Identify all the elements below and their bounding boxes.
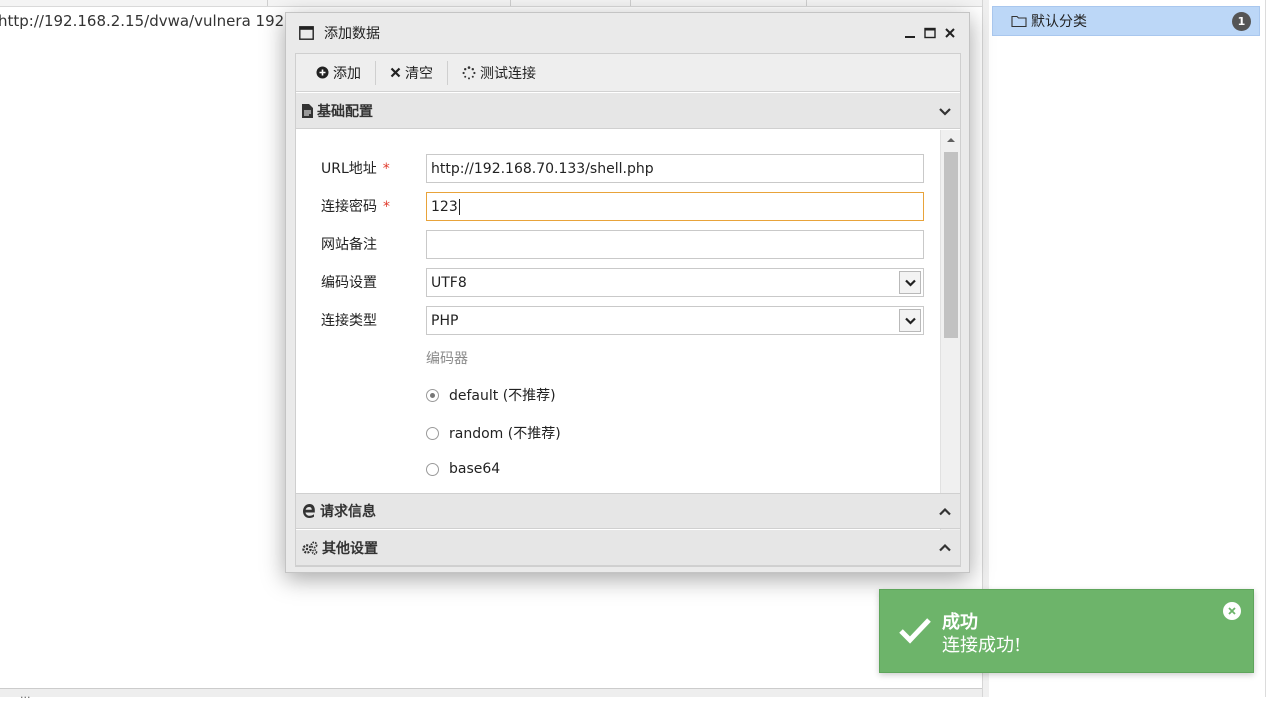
- type-select[interactable]: PHP: [426, 306, 924, 335]
- test-connection-label: 测试连接: [480, 65, 536, 82]
- encoder-option-label: base64: [449, 461, 501, 477]
- category-label: 默认分类: [1031, 14, 1087, 30]
- section-basic-title: 基础配置: [317, 103, 373, 120]
- status-text: ...: [20, 688, 31, 701]
- checkmark-icon: [899, 618, 931, 644]
- chevron-up-icon: [939, 507, 951, 516]
- success-toast: 成功 连接成功!: [879, 589, 1254, 673]
- file-text-icon: [302, 103, 313, 118]
- url-label: URL地址 *: [321, 161, 390, 177]
- encoder-option-label: random (不推荐): [449, 426, 561, 442]
- scroll-thumb[interactable]: [944, 152, 958, 338]
- dialog-body: 添加 清空 测试连接 基础配置 URL地址 * http://192.168.7…: [295, 53, 961, 567]
- dialog-title: 添加数据: [324, 26, 380, 42]
- plus-circle-icon: [316, 66, 329, 79]
- encoding-select[interactable]: UTF8: [426, 268, 924, 297]
- note-input[interactable]: [426, 230, 924, 259]
- list-row-url[interactable]: http://192.168.2.15/dvwa/vulnera 192.1: [0, 12, 298, 30]
- column-separator: [267, 0, 268, 6]
- encoding-label: 编码设置: [321, 275, 377, 291]
- spinner-icon: [462, 65, 476, 79]
- maximize-icon[interactable]: [923, 26, 937, 40]
- chevron-down-icon: [939, 108, 951, 116]
- section-other-settings[interactable]: 其他设置: [296, 530, 960, 566]
- basic-config-form: URL地址 * http://192.168.70.133/shell.php 连…: [296, 130, 940, 530]
- clear-button[interactable]: 清空: [382, 60, 441, 86]
- list-header: [0, 0, 982, 7]
- chevron-up-icon: [939, 543, 951, 552]
- encoder-option-label: default (不推荐): [449, 388, 556, 404]
- status-strip: ...: [0, 688, 982, 701]
- required-mark: *: [382, 161, 390, 177]
- close-icon[interactable]: [943, 26, 957, 40]
- toolbar-divider: [375, 60, 376, 85]
- clear-button-label: 清空: [405, 65, 433, 82]
- required-mark: *: [383, 199, 390, 215]
- window-controls: [903, 26, 957, 40]
- section-basic-config[interactable]: 基础配置: [296, 93, 960, 129]
- toolbar-divider: [447, 60, 448, 85]
- add-data-dialog: 添加数据 添加 清空 测试连接 基础配置 URL地址 * http://192.…: [285, 12, 970, 573]
- section-request-title: 请求信息: [320, 504, 376, 520]
- password-label: 连接密码 *: [321, 199, 390, 215]
- dropdown-arrow[interactable]: [899, 309, 921, 332]
- gears-icon: [302, 541, 318, 555]
- section-other-title: 其他设置: [322, 540, 378, 557]
- add-button-label: 添加: [333, 65, 361, 82]
- folder-icon: [1011, 15, 1027, 28]
- encoder-option-base64[interactable]: base64: [426, 461, 500, 477]
- toast-message: 连接成功!: [942, 635, 1022, 656]
- dialog-titlebar[interactable]: 添加数据: [286, 13, 969, 53]
- minimize-icon[interactable]: [903, 26, 917, 40]
- test-connection-button[interactable]: 测试连接: [454, 60, 544, 86]
- type-label: 连接类型: [321, 313, 377, 329]
- scroll-up-icon[interactable]: [946, 136, 956, 144]
- x-icon: [390, 67, 401, 78]
- dropdown-arrow[interactable]: [899, 271, 921, 294]
- edge-browser-icon: [303, 504, 315, 518]
- note-label: 网站备注: [321, 237, 377, 253]
- radio-button[interactable]: [426, 388, 439, 402]
- column-separator: [630, 0, 631, 6]
- encoder-option-random[interactable]: random (不推荐): [426, 423, 561, 443]
- category-count-badge: 1: [1232, 12, 1251, 31]
- window-icon: [299, 26, 314, 40]
- url-input[interactable]: http://192.168.70.133/shell.php: [426, 154, 924, 183]
- radio-button[interactable]: [426, 426, 439, 440]
- encoder-label: 编码器: [426, 351, 468, 367]
- password-input[interactable]: 123: [426, 192, 924, 221]
- column-separator: [510, 0, 511, 6]
- section-request-info[interactable]: 请求信息: [296, 493, 960, 529]
- type-value: PHP: [431, 312, 459, 329]
- category-item-default[interactable]: 默认分类 1: [992, 6, 1260, 36]
- add-button[interactable]: 添加: [308, 60, 369, 86]
- chevron-down-icon: [904, 279, 916, 287]
- radio-button[interactable]: [426, 462, 439, 476]
- column-separator: [806, 0, 807, 6]
- dialog-toolbar: 添加 清空 测试连接: [296, 54, 960, 92]
- encoder-option-default[interactable]: default (不推荐): [426, 385, 556, 405]
- chevron-down-icon: [904, 317, 916, 325]
- encoding-value: UTF8: [431, 274, 467, 291]
- text-cursor: [458, 198, 460, 215]
- toast-close-icon[interactable]: [1223, 602, 1241, 620]
- form-scrollbar[interactable]: [940, 130, 960, 530]
